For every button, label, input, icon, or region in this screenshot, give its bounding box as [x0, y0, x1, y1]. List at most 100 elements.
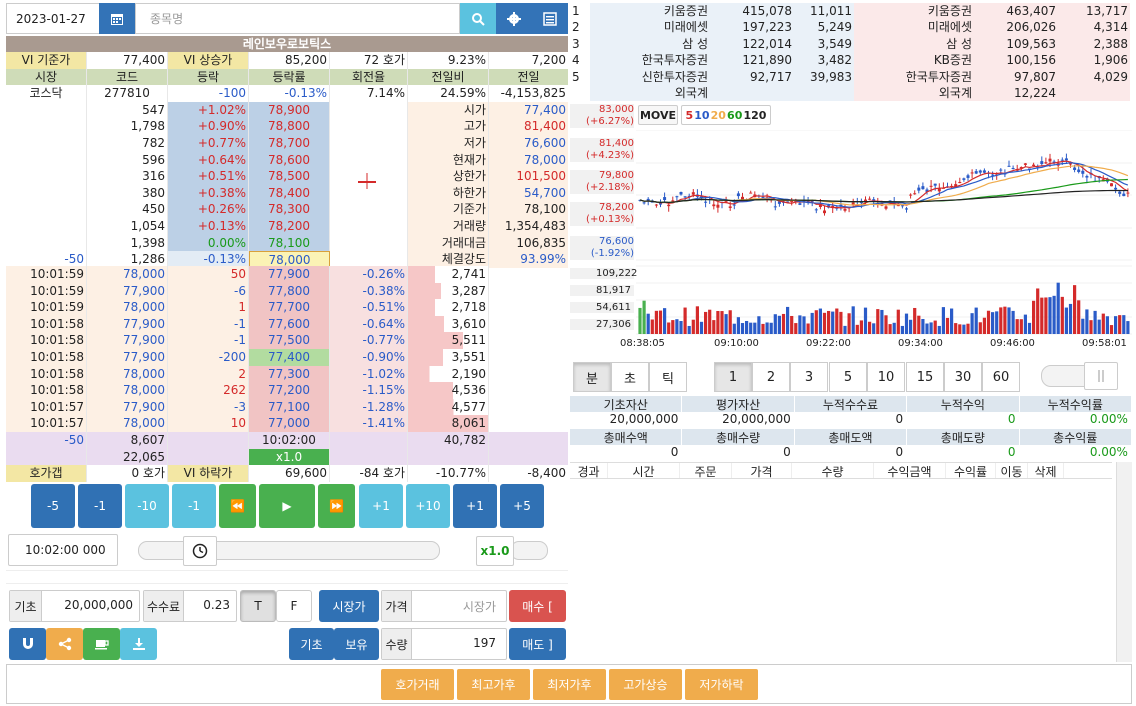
share-button[interactable] [46, 628, 83, 660]
time-field[interactable]: 10:02:00 000 [8, 534, 118, 566]
bid-price[interactable]: 77,600 [249, 315, 330, 333]
bid-price[interactable]: 77,000 [249, 415, 330, 432]
buy-broker: 한국투자증권 [854, 68, 974, 85]
step-plus5-button[interactable]: +5 [500, 484, 544, 528]
slider-handle[interactable] [183, 536, 217, 566]
foreign-buy-label: 외국계 [854, 85, 974, 102]
ask-row: 380 +0.38% 78,400 하한가 54,700 [6, 184, 568, 202]
seg-tick[interactable]: 틱 [649, 362, 687, 392]
sell-button[interactable]: 매도 ] [509, 628, 566, 660]
trade-row: 10:01:58 77,900 -200 77,400 -0.90% 3,551 [6, 349, 568, 366]
bid-price[interactable]: 77,100 [249, 398, 330, 416]
qty-field[interactable]: 수량 197 [381, 628, 507, 660]
bid-rate: -0.77% [330, 332, 408, 349]
step-minus5-button[interactable]: -5 [31, 484, 75, 528]
base-field[interactable]: 기초 20,000,000 [9, 590, 140, 622]
ask-price[interactable]: 78,500 [249, 168, 330, 185]
ask-price[interactable]: 78,200 [249, 218, 330, 235]
list-button[interactable] [532, 3, 568, 34]
ma-selector[interactable]: 5 10 20 60 120 [681, 105, 771, 125]
header-prev: 전일 [517, 69, 540, 84]
bid-price[interactable]: 77,400 [249, 349, 330, 366]
trade-price: 77,900 [87, 349, 168, 366]
search-icon [472, 12, 485, 26]
step-minus10-button[interactable]: -10 [125, 484, 169, 528]
candle-body [929, 185, 933, 187]
trade-price: 78,000 [87, 382, 168, 399]
volume-bar [1068, 303, 1073, 334]
seg-interval-2[interactable]: 2 [752, 362, 790, 392]
candle-body [1032, 164, 1036, 166]
hold-button[interactable]: 보유 [334, 628, 379, 660]
bid-empty [489, 266, 568, 283]
basic-button[interactable]: 기초 [289, 628, 334, 660]
speed-slider[interactable] [510, 541, 548, 560]
step-plus1-light-button[interactable]: +1 [359, 484, 403, 528]
seg-interval-5[interactable]: 5 [829, 362, 867, 392]
bottom-hoga-trade-button[interactable]: 호가거래 [381, 669, 454, 700]
volume-bar [773, 314, 777, 334]
candle-body [1077, 169, 1081, 172]
step-plus1-button[interactable]: +1 [453, 484, 497, 528]
seg-interval-30[interactable]: 30 [944, 362, 982, 392]
search-input[interactable] [135, 3, 460, 34]
bid-price[interactable]: 77,300 [249, 365, 330, 383]
ask-price[interactable]: 78,100 [249, 234, 330, 252]
buy-button[interactable]: 매수 [ [509, 590, 566, 622]
seg-minute[interactable]: 분 [573, 362, 611, 392]
ask-price[interactable]: 78,900 [249, 101, 330, 119]
bottom-high-rise-button[interactable]: 고가상승 [609, 669, 682, 700]
toggle-t-button[interactable]: T [240, 590, 276, 622]
ask-price[interactable]: 78,800 [249, 118, 330, 135]
ask-price[interactable]: 78,600 [249, 151, 330, 169]
asset-value: 0 [783, 445, 791, 459]
bid-empty [489, 415, 568, 432]
bid-price[interactable]: 77,500 [249, 332, 330, 349]
candle-chart[interactable] [636, 130, 1132, 336]
calendar-button[interactable] [99, 3, 135, 34]
bid-price[interactable]: 77,800 [249, 282, 330, 300]
toggle-f-button[interactable]: F [276, 590, 312, 622]
bid-qty: 2,190 [408, 365, 489, 383]
forward-button[interactable]: ⏩ [318, 484, 355, 528]
volume-bar [786, 306, 790, 334]
date-field[interactable]: 2023-01-27 [6, 3, 99, 34]
ask-price[interactable]: 78,300 [249, 201, 330, 218]
market-price-button[interactable]: 시장가 [319, 590, 379, 622]
sell-qty: 121,890 [710, 52, 794, 69]
bottom-after-low-button[interactable]: 최저가후 [533, 669, 606, 700]
step-minus1-button[interactable]: -1 [78, 484, 122, 528]
play-button[interactable]: ▶ [259, 484, 315, 528]
magnet-button[interactable] [9, 628, 46, 660]
search-button[interactable] [460, 3, 496, 34]
seg-interval-1[interactable]: 1 [714, 362, 752, 392]
seg-interval-3[interactable]: 3 [790, 362, 828, 392]
trade-row: 10:01:58 78,000 2 77,300 -1.02% 2,190 [6, 365, 568, 383]
settings-button[interactable] [496, 3, 532, 34]
bottom-after-high-button[interactable]: 최고가후 [457, 669, 530, 700]
ask-price[interactable]: 78,700 [249, 135, 330, 152]
seg-second[interactable]: 초 [611, 362, 649, 392]
seg-interval-15[interactable]: 15 [906, 362, 944, 392]
bottom-low-fall-button[interactable]: 저가하락 [685, 669, 758, 700]
step-minus1-light-button[interactable]: -1 [172, 484, 216, 528]
fee-field[interactable]: 수수료 0.23 [143, 590, 237, 622]
bid-price[interactable]: 77,200 [249, 382, 330, 399]
volume-bar [777, 315, 781, 334]
order-list-scrollbar[interactable] [1116, 462, 1132, 662]
step-plus10-button[interactable]: +10 [406, 484, 450, 528]
price-axis-value: 83,000 [599, 104, 634, 115]
rewind-button[interactable]: ⏪ [219, 484, 256, 528]
zoom-handle[interactable] [1084, 362, 1118, 390]
coffee-button[interactable] [83, 628, 120, 660]
speed-value[interactable]: x1.0 [476, 536, 514, 566]
ask-row: 1,798 +0.90% 78,800 고가 81,400 [6, 118, 568, 135]
download-button[interactable] [120, 628, 157, 660]
seg-interval-10[interactable]: 10 [867, 362, 905, 392]
bid-price[interactable]: 77,700 [249, 299, 330, 316]
move-button[interactable]: MOVE [638, 105, 678, 125]
ask-price[interactable]: 78,400 [249, 184, 330, 202]
price-field[interactable]: 가격 시장가 [381, 590, 507, 622]
seg-interval-60[interactable]: 60 [982, 362, 1020, 392]
bid-price[interactable]: 77,900 [249, 266, 330, 283]
